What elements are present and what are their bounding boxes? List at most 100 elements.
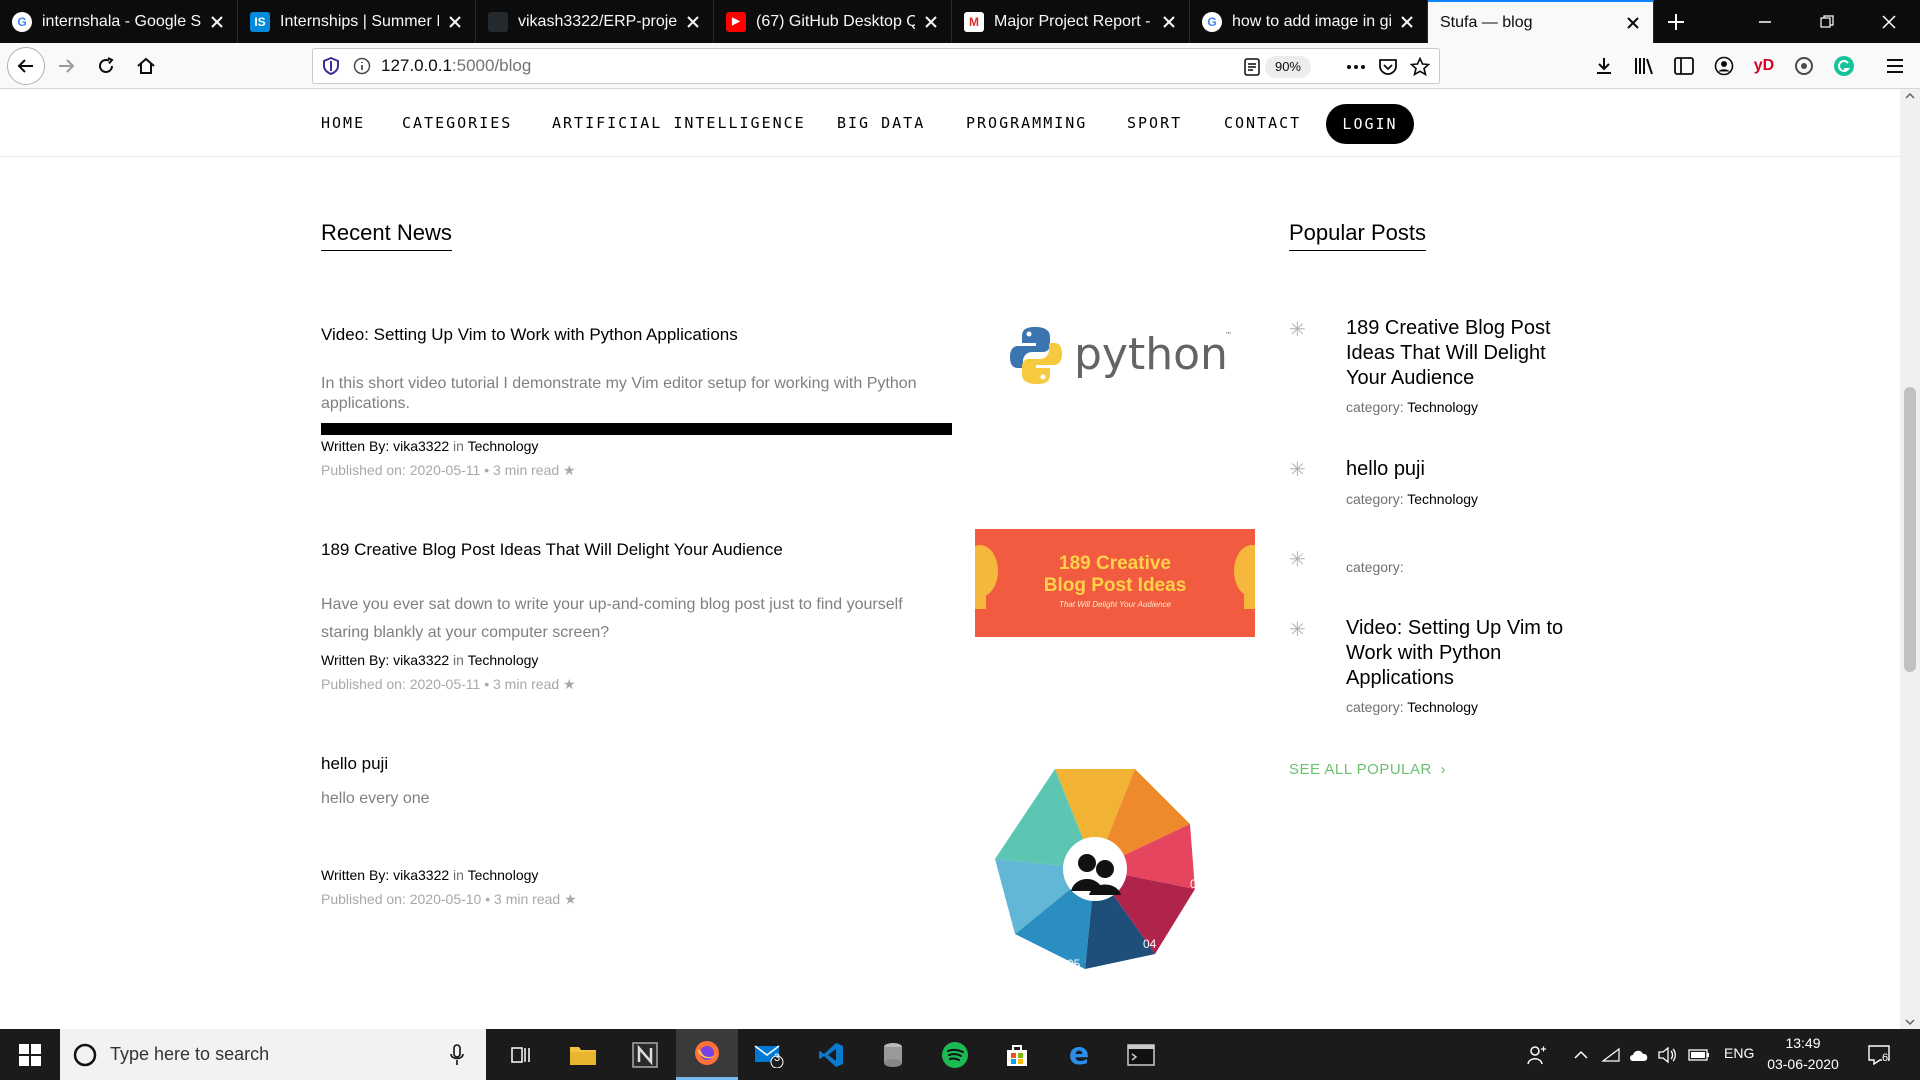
tab-stufa-blog[interactable]: Stufa — blog bbox=[1428, 0, 1654, 43]
post-title[interactable]: Video: Setting Up Vim to Work with Pytho… bbox=[321, 325, 738, 345]
bookmark-star-button[interactable] bbox=[1409, 56, 1431, 78]
nav-programming[interactable]: PROGRAMMING bbox=[966, 114, 1087, 132]
menu-button[interactable] bbox=[1882, 53, 1908, 79]
scroll-up-icon[interactable] bbox=[1900, 89, 1920, 103]
grammarly-button[interactable] bbox=[1831, 53, 1857, 79]
close-icon[interactable] bbox=[1161, 14, 1177, 30]
show-hidden-icons-button[interactable] bbox=[1570, 1044, 1592, 1066]
taskbar-firefox[interactable] bbox=[676, 1029, 738, 1080]
new-tab-button[interactable] bbox=[1654, 0, 1698, 43]
battery-button[interactable] bbox=[1688, 1044, 1710, 1066]
pocket-button[interactable] bbox=[1377, 56, 1399, 78]
shield-icon[interactable] bbox=[323, 57, 339, 75]
onedrive-button[interactable] bbox=[1628, 1044, 1650, 1066]
scroll-down-icon[interactable] bbox=[1900, 1015, 1920, 1029]
close-icon[interactable] bbox=[447, 14, 463, 30]
post-author[interactable]: vika3322 bbox=[393, 652, 449, 668]
sidebar-button[interactable] bbox=[1671, 53, 1697, 79]
taskbar-database[interactable] bbox=[862, 1029, 924, 1080]
login-button[interactable]: LOGIN bbox=[1326, 104, 1414, 144]
microphone-icon[interactable] bbox=[450, 1043, 464, 1066]
post-author[interactable]: vika3322 bbox=[393, 438, 449, 454]
close-icon[interactable] bbox=[1625, 15, 1641, 31]
github-icon bbox=[488, 11, 508, 32]
close-icon[interactable] bbox=[923, 14, 939, 30]
nav-sport[interactable]: SPORT bbox=[1127, 114, 1182, 132]
reader-view-button[interactable] bbox=[1241, 56, 1263, 78]
taskbar-search-box[interactable]: Type here to search bbox=[60, 1029, 486, 1080]
tab-google-image[interactable]: G how to add image in git bbox=[1190, 0, 1428, 43]
close-icon[interactable] bbox=[685, 14, 701, 30]
taskbar-vscode[interactable] bbox=[800, 1029, 862, 1080]
info-icon[interactable] bbox=[353, 57, 371, 75]
back-button[interactable] bbox=[7, 47, 45, 85]
popular-post-title[interactable]: 189 Creative Blog Post Ideas That Will D… bbox=[1346, 316, 1571, 391]
yd-extension-button[interactable]: yD bbox=[1751, 53, 1777, 79]
clock[interactable]: 13:49 03-06-2020 bbox=[1758, 1033, 1848, 1075]
start-button[interactable] bbox=[0, 1029, 60, 1080]
blog-ideas-banner-image[interactable]: 189 Creative Blog Post Ideas That Will D… bbox=[975, 529, 1255, 637]
account-button[interactable] bbox=[1711, 53, 1737, 79]
category-value[interactable]: Technology bbox=[1407, 491, 1478, 507]
erp-infographic-image[interactable]: 01 02 03 04 05 06 07 08 bbox=[975, 749, 1215, 989]
minimize-button[interactable] bbox=[1734, 0, 1796, 43]
taskbar-spotify[interactable] bbox=[924, 1029, 986, 1080]
see-all-popular-link[interactable]: SEE ALL POPULAR › bbox=[1289, 761, 1446, 778]
python-logo-image[interactable]: python ™ bbox=[1010, 319, 1240, 389]
taskbar-mail[interactable]: 3 bbox=[738, 1029, 800, 1080]
asterisk-icon: ✳ bbox=[1289, 549, 1306, 571]
tab-bar: G internshala - Google Sea IS Internship… bbox=[0, 0, 1920, 43]
nav-categories[interactable]: CATEGORIES bbox=[402, 114, 512, 132]
taskbar-edge[interactable]: e bbox=[1048, 1029, 1110, 1080]
infographic-label: 05 bbox=[1067, 957, 1081, 971]
tab-internships[interactable]: IS Internships | Summer Int bbox=[238, 0, 476, 43]
google-icon: G bbox=[1202, 11, 1222, 32]
page-scrollbar[interactable] bbox=[1900, 89, 1920, 1029]
tab-github-erp[interactable]: vikash3322/ERP-project bbox=[476, 0, 714, 43]
nav-home[interactable]: HOME bbox=[321, 114, 365, 132]
cloud-icon bbox=[1630, 1050, 1648, 1061]
popular-post-title[interactable]: Video: Setting Up Vim to Work with Pytho… bbox=[1346, 616, 1571, 691]
nav-big-data[interactable]: BIG DATA bbox=[837, 114, 925, 132]
nav-artificial-intelligence[interactable]: ARTIFICIAL INTELLIGENCE bbox=[552, 114, 806, 132]
url-bar[interactable]: 127.0.0.1:5000/blog 90% bbox=[312, 48, 1440, 84]
tab-youtube[interactable]: ▶ (67) GitHub Desktop Qu bbox=[714, 0, 952, 43]
battery-icon bbox=[1688, 1049, 1709, 1061]
zoom-indicator[interactable]: 90% bbox=[1264, 56, 1311, 78]
infographic-label: 04 bbox=[1143, 937, 1157, 951]
taskbar-file-explorer[interactable] bbox=[552, 1029, 614, 1080]
nav-contact[interactable]: CONTACT bbox=[1224, 114, 1301, 132]
reload-button[interactable] bbox=[88, 48, 124, 84]
tab-internshala-google[interactable]: G internshala - Google Sea bbox=[0, 0, 238, 43]
taskbar-notion[interactable] bbox=[614, 1029, 676, 1080]
restore-button[interactable] bbox=[1796, 0, 1858, 43]
taskbar-store[interactable] bbox=[986, 1029, 1048, 1080]
page-actions-button[interactable] bbox=[1345, 56, 1367, 78]
post-title[interactable]: 189 Creative Blog Post Ideas That Will D… bbox=[321, 540, 783, 560]
category-value[interactable]: Technology bbox=[1407, 699, 1478, 715]
forward-button[interactable] bbox=[48, 48, 84, 84]
category-value[interactable]: Technology bbox=[1407, 399, 1478, 415]
post-category[interactable]: Technology bbox=[468, 438, 539, 454]
post-category[interactable]: Technology bbox=[468, 867, 539, 883]
post-title[interactable]: hello puji bbox=[321, 754, 388, 774]
people-button[interactable] bbox=[1526, 1044, 1548, 1066]
popular-post-title[interactable]: hello puji bbox=[1346, 457, 1571, 482]
extension-button[interactable] bbox=[1791, 53, 1817, 79]
taskbar-terminal[interactable] bbox=[1110, 1029, 1172, 1080]
library-button[interactable] bbox=[1632, 53, 1658, 79]
post-author[interactable]: vika3322 bbox=[393, 867, 449, 883]
post-category[interactable]: Technology bbox=[468, 652, 539, 668]
task-view-button[interactable] bbox=[490, 1029, 552, 1080]
wifi-button[interactable] bbox=[1600, 1044, 1622, 1066]
action-center-button[interactable]: 6 bbox=[1868, 1044, 1890, 1066]
close-icon[interactable] bbox=[1399, 14, 1415, 30]
downloads-button[interactable] bbox=[1591, 53, 1617, 79]
home-button[interactable] bbox=[128, 48, 164, 84]
tab-gmail[interactable]: M Major Project Report - v bbox=[952, 0, 1190, 43]
close-window-button[interactable] bbox=[1858, 0, 1920, 43]
scrollbar-thumb[interactable] bbox=[1904, 387, 1916, 672]
input-language[interactable]: ENG bbox=[1724, 1045, 1754, 1061]
close-icon[interactable] bbox=[209, 14, 225, 30]
volume-button[interactable] bbox=[1656, 1044, 1678, 1066]
